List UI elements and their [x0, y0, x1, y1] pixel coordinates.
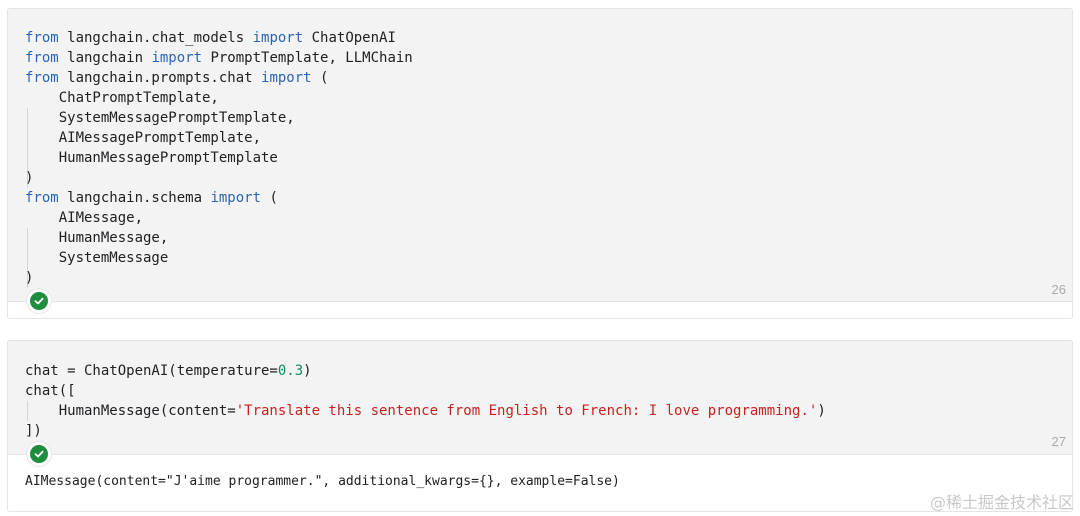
- code-token: (: [261, 190, 278, 206]
- code-token: ChatPromptTemplate,: [25, 90, 219, 106]
- code-token: ): [25, 170, 34, 186]
- code-cell-1[interactable]: from langchain.chat_models import ChatOp…: [7, 8, 1073, 319]
- code-editor-1[interactable]: from langchain.chat_models import ChatOp…: [8, 9, 1072, 302]
- code-token: langchain: [58, 50, 152, 66]
- code-line: HumanMessage,: [25, 228, 413, 248]
- code-token: ): [817, 403, 826, 419]
- watermark: @稀土掘金技术社区: [929, 493, 1074, 512]
- code-token: chat([: [25, 383, 76, 399]
- execution-count-2: 27: [1051, 434, 1066, 449]
- code-token: chat = ChatOpenAI(temperature=: [25, 363, 278, 379]
- code-token: ]): [25, 423, 42, 439]
- code-keyword: from: [25, 190, 59, 206]
- code-keyword: import: [261, 70, 312, 86]
- code-line: SystemMessagePromptTemplate,: [25, 108, 413, 128]
- code-keyword: from: [25, 70, 59, 86]
- code-number: 0.3: [277, 363, 304, 379]
- code-line: HumanMessagePromptTemplate: [25, 148, 413, 168]
- code-keyword: from: [25, 50, 59, 66]
- code-string: 'Translate this sentence from English to…: [235, 403, 818, 419]
- code-token: langchain.chat_models: [58, 30, 253, 46]
- code-keyword: import: [252, 30, 304, 46]
- code-line: HumanMessage(content='Translate this sen…: [25, 401, 826, 421]
- success-check-icon: [30, 445, 48, 463]
- code-token: AIMessagePromptTemplate,: [25, 130, 262, 146]
- code-line: ): [25, 268, 413, 288]
- code-line: ]): [25, 421, 826, 441]
- code-line: ): [25, 168, 413, 188]
- code-editor-2[interactable]: chat = ChatOpenAI(temperature=0.3) chat([…: [8, 341, 1072, 455]
- code-token: PromptTemplate, LLMChain: [202, 50, 413, 66]
- code-token: ): [25, 270, 34, 286]
- code-keyword: from: [25, 30, 59, 46]
- code-token: (: [311, 70, 329, 86]
- code-token: HumanMessagePromptTemplate: [25, 150, 278, 166]
- code-line: from langchain.schema import (: [25, 188, 413, 208]
- execution-count-1: 26: [1051, 282, 1066, 297]
- code-line: from langchain.chat_models import ChatOp…: [25, 28, 413, 48]
- code-line: AIMessagePromptTemplate,: [25, 128, 413, 148]
- code-cell-2[interactable]: chat = ChatOpenAI(temperature=0.3) chat([…: [7, 340, 1073, 512]
- code-line: chat = ChatOpenAI(temperature=0.3): [25, 361, 826, 381]
- code-keyword: import: [151, 50, 203, 66]
- code-token: AIMessage,: [25, 210, 144, 226]
- code-token: ): [303, 363, 312, 379]
- code-token: SystemMessage: [25, 250, 169, 266]
- code-line: from langchain.prompts.chat import (: [25, 68, 413, 88]
- code-token: HumanMessage,: [25, 230, 169, 246]
- code-line: ChatPromptTemplate,: [25, 88, 413, 108]
- code-keyword: import: [210, 190, 262, 206]
- success-check-icon: [30, 292, 48, 310]
- code-token: SystemMessagePromptTemplate,: [25, 110, 295, 126]
- code-line: AIMessage,: [25, 208, 413, 228]
- code-block-2: chat = ChatOpenAI(temperature=0.3) chat([…: [25, 361, 826, 441]
- code-token: HumanMessage(content=: [25, 403, 236, 419]
- code-line: chat([: [25, 381, 826, 401]
- code-line: SystemMessage: [25, 248, 413, 268]
- code-token: ChatOpenAI: [303, 30, 396, 46]
- code-line: from langchain import PromptTemplate, LL…: [25, 48, 413, 68]
- cell-output: AIMessage(content="J'aime programmer.", …: [25, 474, 620, 489]
- code-token: langchain.schema: [58, 190, 211, 206]
- code-token: langchain.prompts.chat: [58, 70, 262, 86]
- code-block-1: from langchain.chat_models import ChatOp…: [25, 28, 413, 288]
